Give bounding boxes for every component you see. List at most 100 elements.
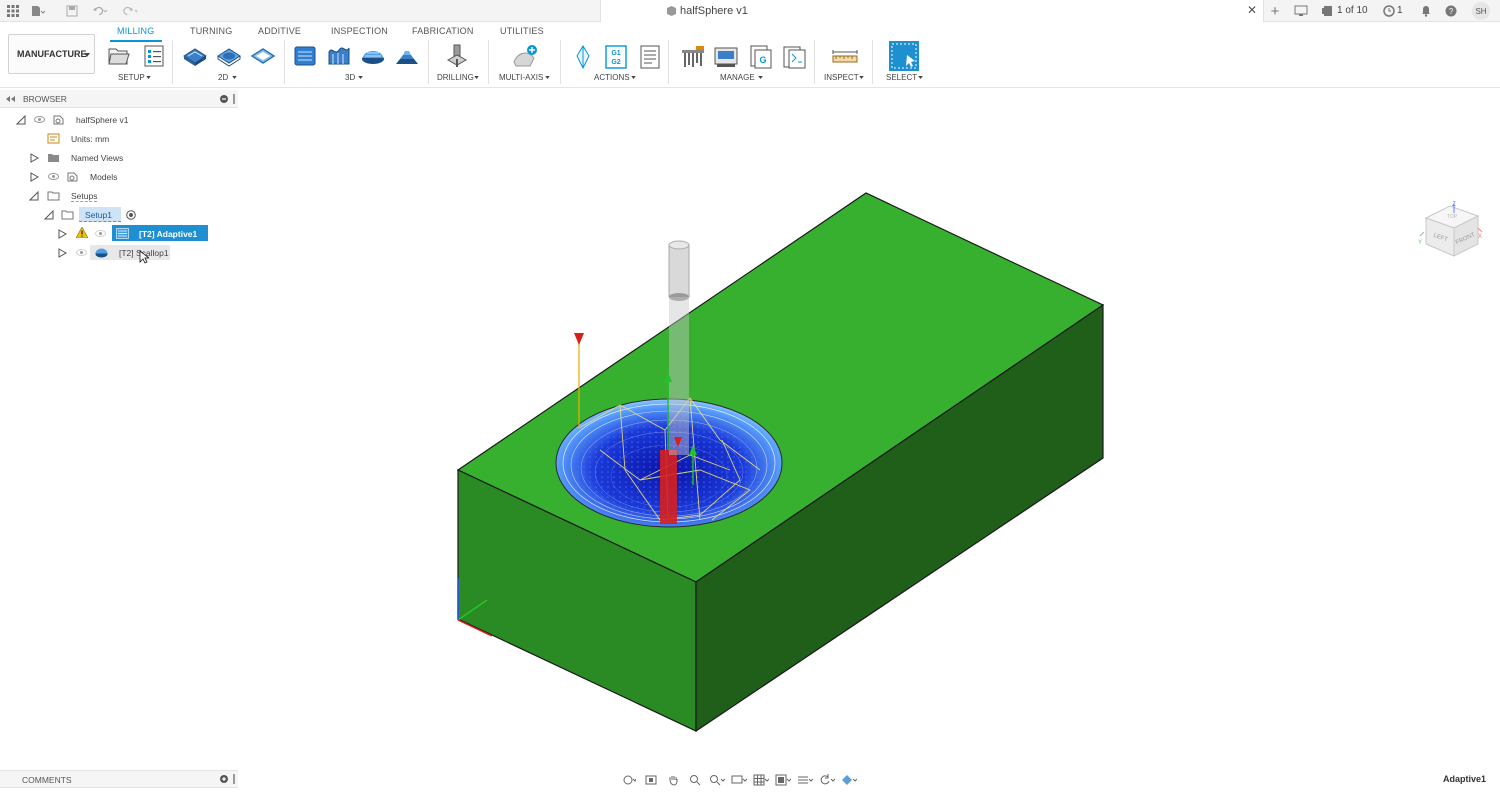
save-icon[interactable]	[64, 3, 80, 19]
tab-additive[interactable]: ADDITIVE	[258, 26, 301, 36]
3d-pocket-button[interactable]	[326, 44, 350, 68]
2d-face-button[interactable]	[250, 44, 276, 68]
group-setup[interactable]: SETUP	[118, 73, 145, 82]
grid-snap-icon[interactable]	[752, 773, 770, 787]
group-3d[interactable]: 3D	[345, 73, 355, 82]
panel-resize-handle[interactable]	[233, 94, 235, 104]
panel-resize-handle[interactable]	[233, 774, 235, 784]
file-menu-icon[interactable]	[30, 3, 46, 19]
tab-milling[interactable]: MILLING	[117, 26, 154, 36]
template-library-button[interactable]: G	[747, 44, 772, 69]
redo-icon[interactable]	[122, 3, 138, 19]
measure-button[interactable]	[832, 44, 858, 68]
collapse-panel-icon[interactable]	[6, 96, 15, 102]
title-bar: halfSphere v1 ✕ + 1 of 10 1 ? SH	[0, 0, 1500, 22]
document-tab[interactable]: halfSphere v1 ✕	[600, 0, 1264, 22]
chevron-down-icon	[146, 76, 151, 79]
new-tab-icon[interactable]: +	[1267, 3, 1283, 20]
comments-panel[interactable]: COMMENTS	[0, 770, 238, 788]
tree-units[interactable]: Units: mm	[0, 130, 238, 148]
notifications-count: 1	[1397, 5, 1403, 16]
collapsed-triangle-icon[interactable]	[57, 229, 67, 239]
cutting-tool[interactable]	[668, 240, 690, 455]
3d-parallel-button[interactable]	[360, 44, 384, 68]
viewcube-top-label: TOP	[1447, 214, 1458, 220]
tree-operation-scallop1[interactable]: [T2] Scallop1	[0, 244, 238, 264]
group-manage[interactable]: MANAGE	[720, 73, 755, 82]
post-process-button[interactable]: G1 G2	[604, 44, 628, 69]
minus-circle-icon[interactable]	[220, 95, 228, 103]
visibility-eye-icon[interactable]	[48, 173, 59, 180]
tree-setup1[interactable]: Setup1	[0, 206, 238, 224]
folder-icon	[48, 154, 59, 162]
tree-operation-adaptive1[interactable]: [T2] Adaptive1	[0, 225, 238, 243]
group-select[interactable]: SELECT	[886, 73, 917, 82]
pan-hand-icon[interactable]	[664, 773, 682, 787]
expanded-triangle-icon[interactable]	[29, 191, 39, 201]
undo-icon[interactable]	[92, 3, 108, 19]
help-icon[interactable]: ?	[1443, 3, 1459, 19]
collapsed-triangle-icon[interactable]	[29, 153, 39, 163]
tab-fabrication[interactable]: FABRICATION	[412, 26, 474, 36]
simulate-button[interactable]	[571, 44, 595, 70]
versions-icon[interactable]	[1320, 3, 1336, 19]
tree-named-views[interactable]: Named Views	[0, 149, 238, 167]
group-inspect[interactable]: INSPECT	[824, 73, 859, 82]
visibility-eye-icon[interactable]	[95, 230, 106, 237]
group-actions[interactable]: ACTIONS	[594, 73, 630, 82]
3d-steep-shallow-button[interactable]	[394, 44, 418, 68]
tab-turning[interactable]: TURNING	[190, 26, 232, 36]
setup-sheet-button[interactable]	[142, 44, 166, 68]
drill-button[interactable]	[444, 44, 468, 68]
tree-models[interactable]: Models	[0, 168, 238, 186]
tree-label-setups: Setups	[71, 191, 98, 202]
tree-setups[interactable]: Setups	[0, 187, 238, 205]
multi-axis-button[interactable]	[512, 44, 537, 68]
collapsed-triangle-icon[interactable]	[57, 248, 67, 258]
machine-library-button[interactable]	[713, 44, 738, 68]
fit-view-icon[interactable]	[708, 773, 726, 787]
group-2d[interactable]: 2D	[218, 73, 228, 82]
bell-icon[interactable]	[1418, 3, 1434, 19]
display-settings-icon[interactable]	[730, 773, 748, 787]
expanded-triangle-icon[interactable]	[44, 210, 54, 220]
tool-display-icon[interactable]	[796, 773, 814, 787]
user-avatar[interactable]: SH	[1472, 2, 1490, 20]
ribbon-divider	[284, 40, 285, 84]
tree-label-models: Models	[90, 172, 118, 182]
collapsed-triangle-icon[interactable]	[29, 172, 39, 182]
group-multi-axis[interactable]: MULTI-AXIS	[499, 73, 543, 82]
visibility-eye-icon[interactable]	[34, 116, 45, 123]
look-at-icon[interactable]	[642, 773, 660, 787]
svg-text:G: G	[759, 55, 766, 65]
active-setup-radio-icon[interactable]	[126, 210, 136, 220]
viewcube[interactable]: TOP LEFT FRONT Z X Y	[1416, 198, 1484, 266]
group-drilling[interactable]: DRILLING	[437, 73, 474, 82]
tree-root[interactable]: halfSphere v1	[0, 111, 238, 129]
tab-utilities[interactable]: UTILITIES	[500, 26, 544, 36]
orbit-icon[interactable]	[620, 773, 638, 787]
2d-contour-button[interactable]	[216, 44, 241, 68]
select-button[interactable]	[889, 41, 919, 71]
visibility-eye-icon[interactable]	[76, 249, 87, 256]
clock-icon[interactable]	[1381, 3, 1397, 19]
refresh-icon[interactable]	[818, 773, 836, 787]
close-tab-icon[interactable]: ✕	[1247, 3, 1257, 17]
page-counter[interactable]: 1 of 10	[1337, 5, 1368, 16]
workspace-switcher[interactable]: MANUFACTURE	[8, 34, 95, 74]
post-library-button[interactable]	[781, 44, 806, 69]
zoom-icon[interactable]	[686, 773, 704, 787]
tab-inspection[interactable]: INSPECTION	[331, 26, 388, 36]
app-grid-icon[interactable]	[5, 3, 21, 19]
tool-library-button[interactable]	[680, 44, 704, 68]
simulation-view-icon[interactable]	[840, 773, 858, 787]
setups-folder-icon	[47, 191, 60, 201]
plus-circle-icon[interactable]	[220, 775, 228, 783]
expanded-triangle-icon[interactable]	[16, 115, 26, 125]
2d-pocket-button[interactable]	[182, 44, 207, 68]
3d-adaptive-button[interactable]	[292, 44, 316, 68]
setup-sheet-action-button[interactable]	[638, 44, 662, 69]
viewports-icon[interactable]	[774, 773, 792, 787]
setup-folder-button[interactable]	[107, 44, 131, 68]
job-status-icon[interactable]	[1293, 3, 1309, 19]
